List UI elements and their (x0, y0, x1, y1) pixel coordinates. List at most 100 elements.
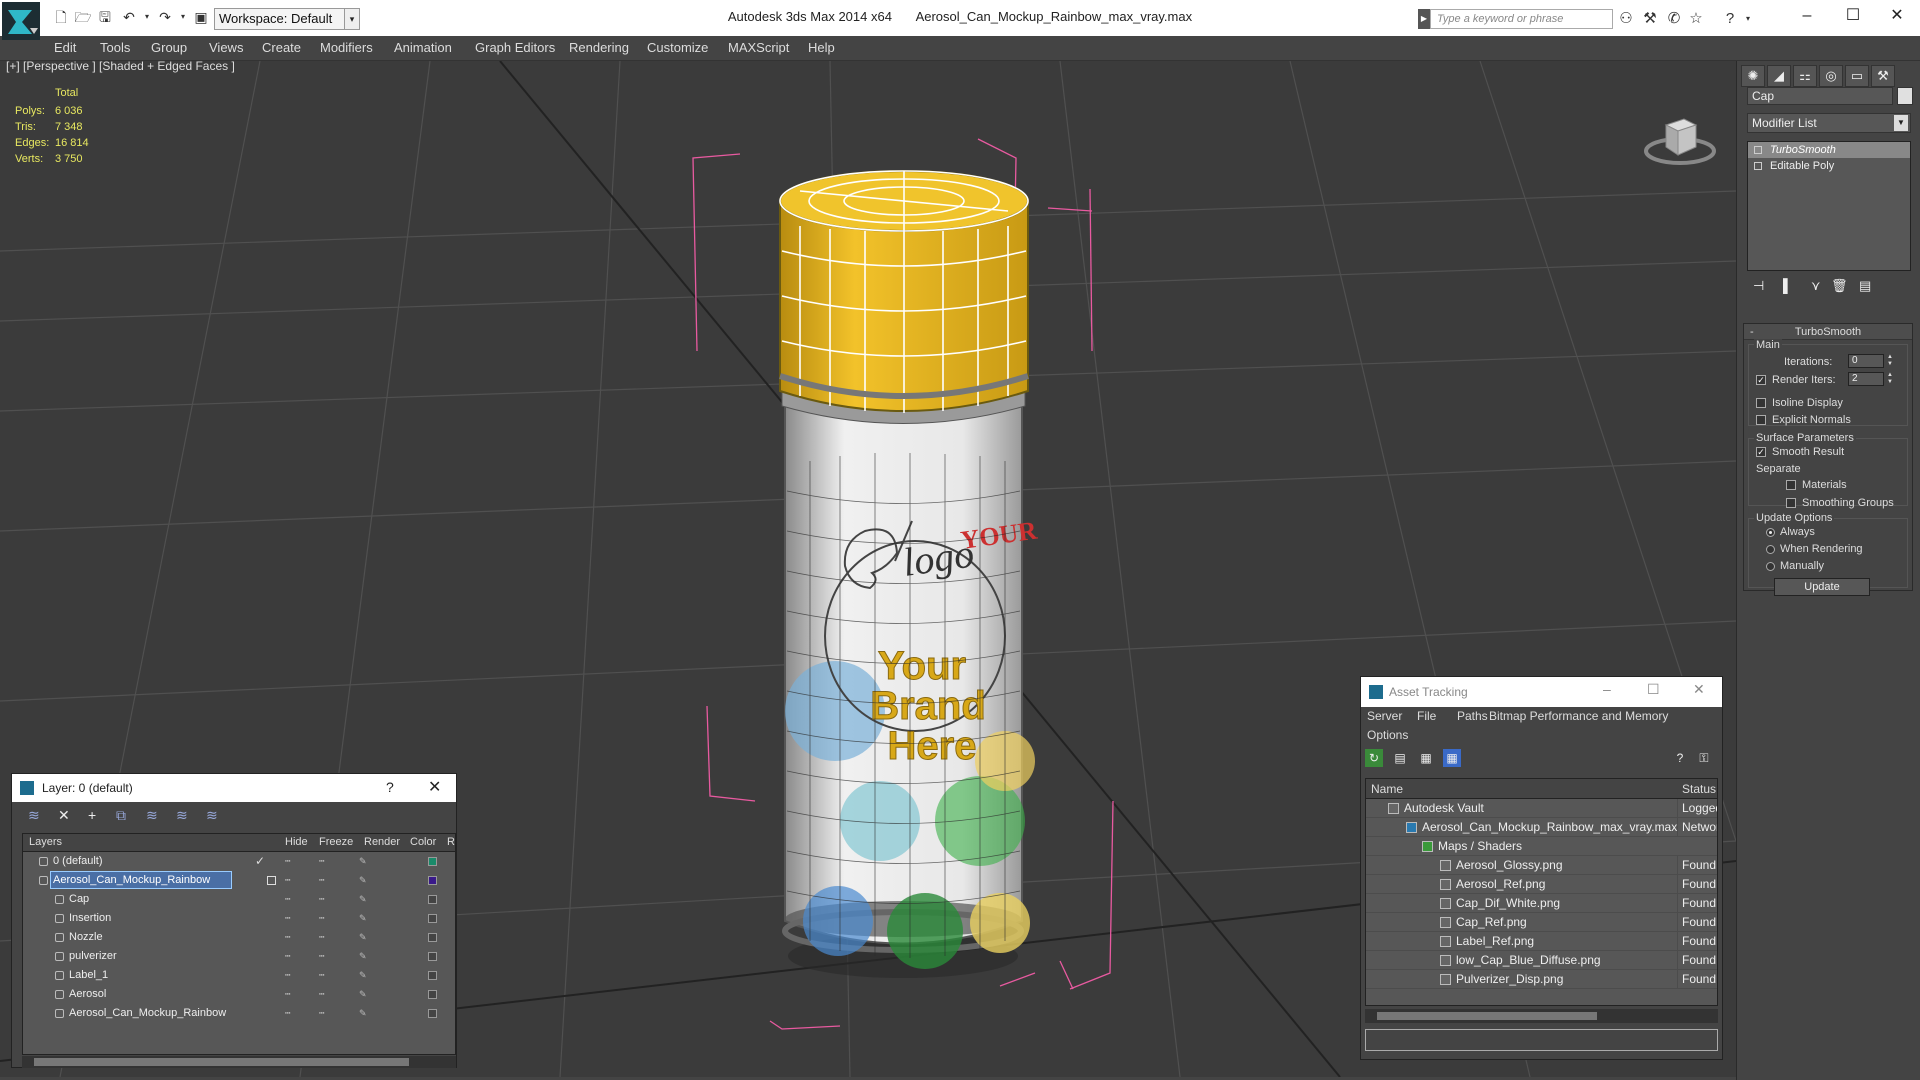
layer-color-swatch[interactable] (428, 971, 437, 980)
menu-customize[interactable]: Customize (647, 40, 708, 55)
hide-toggle[interactable]: ┅ (285, 871, 290, 890)
freeze-toggle[interactable]: ┅ (319, 966, 324, 985)
manually-radio[interactable] (1766, 562, 1775, 571)
undo-icon[interactable]: ↶ (120, 9, 138, 25)
asset-row[interactable]: Aerosol_Ref.png Found (1366, 875, 1717, 894)
scrollbar-thumb[interactable] (1377, 1012, 1597, 1020)
menu-maxscript[interactable]: MAXScript (728, 40, 789, 55)
hierarchy-tab-icon[interactable]: ⚏ (1793, 65, 1817, 87)
add-layer-icon[interactable]: + (88, 807, 96, 823)
freeze-all-icon[interactable]: ≋ (206, 807, 218, 824)
freeze-toggle[interactable]: ┅ (319, 1004, 324, 1023)
layer-name[interactable]: pulverizer (67, 948, 119, 964)
col-freeze[interactable]: Freeze (319, 836, 353, 848)
layer-row[interactable]: Aerosol ┅ ┅ ✎ (23, 985, 455, 1004)
render-toggle-icon[interactable]: ✎ (359, 852, 367, 871)
menu-modifiers[interactable]: Modifiers (320, 40, 373, 55)
utilities-tab-icon[interactable]: ⚒ (1871, 65, 1895, 87)
select-in-layer-icon[interactable]: ⧉ (116, 807, 126, 824)
render-toggle-icon[interactable]: ✎ (359, 928, 367, 947)
hide-toggle[interactable]: ┅ (285, 966, 290, 985)
asset-menu-server[interactable]: Server (1367, 709, 1402, 723)
redo-icon[interactable]: ↷ (156, 9, 174, 25)
maximize-icon[interactable]: ☐ (1647, 681, 1660, 698)
freeze-toggle[interactable]: ┅ (319, 928, 324, 947)
make-current-box[interactable] (267, 876, 276, 885)
refresh-icon[interactable]: ↻ (1365, 749, 1383, 767)
layer-row[interactable]: Cap ┅ ┅ ✎ (23, 890, 455, 909)
asset-menu-options[interactable]: Options (1367, 728, 1408, 742)
layer-name[interactable]: Label_1 (67, 967, 110, 983)
col-render[interactable]: Render (364, 836, 400, 848)
menu-tools[interactable]: Tools (100, 40, 130, 55)
smoothing-groups-checkbox[interactable] (1786, 498, 1796, 508)
display-tab-icon[interactable]: ▭ (1845, 65, 1869, 87)
asset-menu-file[interactable]: File (1417, 709, 1436, 723)
render-toggle-icon[interactable]: ✎ (359, 871, 367, 890)
modifier-list-dropdown[interactable]: Modifier List ▼ (1747, 113, 1911, 133)
viewcube-icon[interactable] (1640, 89, 1720, 169)
close-button[interactable]: ✕ (1874, 2, 1920, 30)
list-view-icon[interactable]: ▤ (1391, 749, 1409, 767)
scrollbar-thumb[interactable] (34, 1058, 409, 1066)
layer-row[interactable]: Label_1 ┅ ┅ ✎ (23, 966, 455, 985)
stack-item-editable-poly[interactable]: Editable Poly (1748, 158, 1910, 174)
smooth-result-checkbox[interactable]: ✓ (1756, 447, 1766, 457)
asset-path-field[interactable] (1365, 1029, 1718, 1051)
hide-all-icon[interactable]: ≋ (176, 807, 188, 824)
hide-toggle[interactable]: ┅ (285, 947, 290, 966)
menu-graph-editors[interactable]: Graph Editors (475, 40, 555, 55)
layer-color-swatch[interactable] (428, 895, 437, 904)
update-button[interactable]: Update (1774, 578, 1870, 596)
thumbnail-view-icon[interactable]: ▦ (1417, 749, 1435, 767)
layer-name[interactable]: Aerosol_Can_Mockup_Rainbow (50, 871, 232, 889)
render-toggle-icon[interactable]: ✎ (359, 1004, 367, 1023)
layer-name[interactable]: Aerosol_Can_Mockup_Rainbow (67, 1005, 228, 1021)
save-icon[interactable]: 🖫 (96, 9, 114, 25)
minimize-button[interactable]: – (1784, 2, 1830, 30)
layer-row[interactable]: Nozzle ┅ ┅ ✎ (23, 928, 455, 947)
freeze-toggle[interactable]: ┅ (319, 909, 324, 928)
menu-animation[interactable]: Animation (394, 40, 452, 55)
vault-login-icon[interactable]: ⚿ (1695, 749, 1713, 767)
highlight-layer-icon[interactable]: ≋ (146, 807, 158, 824)
configure-sets-icon[interactable]: ▤ (1859, 278, 1871, 294)
asset-menu-paths[interactable]: Paths (1457, 709, 1488, 723)
explicit-normals-checkbox[interactable] (1756, 415, 1766, 425)
asset-row[interactable]: Aerosol_Glossy.png Found (1366, 856, 1717, 875)
render-iters-spinner[interactable]: 2 (1848, 372, 1884, 386)
close-icon[interactable]: ✕ (428, 777, 441, 797)
freeze-toggle[interactable]: ┅ (319, 871, 324, 890)
motion-tab-icon[interactable]: ◎ (1819, 65, 1843, 87)
freeze-toggle[interactable]: ┅ (319, 947, 324, 966)
layer-color-swatch[interactable] (428, 1009, 437, 1018)
project-folder-icon[interactable]: ▣ (192, 9, 210, 25)
table-view-icon[interactable]: ▦ (1443, 749, 1461, 767)
layer-color-swatch[interactable] (428, 933, 437, 942)
layer-name[interactable]: Cap (67, 891, 91, 907)
search-expand-icon[interactable]: ▶ (1418, 9, 1430, 29)
render-toggle-icon[interactable]: ✎ (359, 985, 367, 1004)
undo-dropdown-icon[interactable]: ▾ (138, 9, 156, 25)
iterations-spinner[interactable]: 0 (1848, 354, 1884, 368)
asset-window-titlebar[interactable]: Asset Tracking – ☐ ✕ (1361, 677, 1722, 707)
layer-name[interactable]: Nozzle (67, 929, 105, 945)
freeze-toggle[interactable]: ┅ (319, 985, 324, 1004)
layer-color-swatch[interactable] (428, 876, 437, 885)
menu-create[interactable]: Create (262, 40, 301, 55)
communication-icon[interactable]: ✆ (1664, 10, 1684, 28)
hide-toggle[interactable]: ┅ (285, 909, 290, 928)
layer-row[interactable]: pulverizer ┅ ┅ ✎ (23, 947, 455, 966)
minimize-icon[interactable]: – (1603, 681, 1611, 697)
redo-dropdown-icon[interactable]: ▾ (174, 9, 192, 25)
render-toggle-icon[interactable]: ✎ (359, 890, 367, 909)
layer-color-swatch[interactable] (428, 857, 437, 866)
col-color[interactable]: Color (410, 836, 436, 848)
object-name-field[interactable]: Cap (1747, 87, 1893, 105)
modify-tab-icon[interactable]: ◢ (1767, 65, 1791, 87)
viewport-label[interactable]: [+] [Perspective ] [Shaded + Edged Faces… (6, 61, 235, 73)
asset-row[interactable]: Cap_Dif_White.png Found (1366, 894, 1717, 913)
workspace-dropdown[interactable]: Workspace: Default (214, 8, 358, 30)
always-radio[interactable] (1766, 528, 1775, 537)
layer-name[interactable]: 0 (default) (51, 853, 105, 869)
